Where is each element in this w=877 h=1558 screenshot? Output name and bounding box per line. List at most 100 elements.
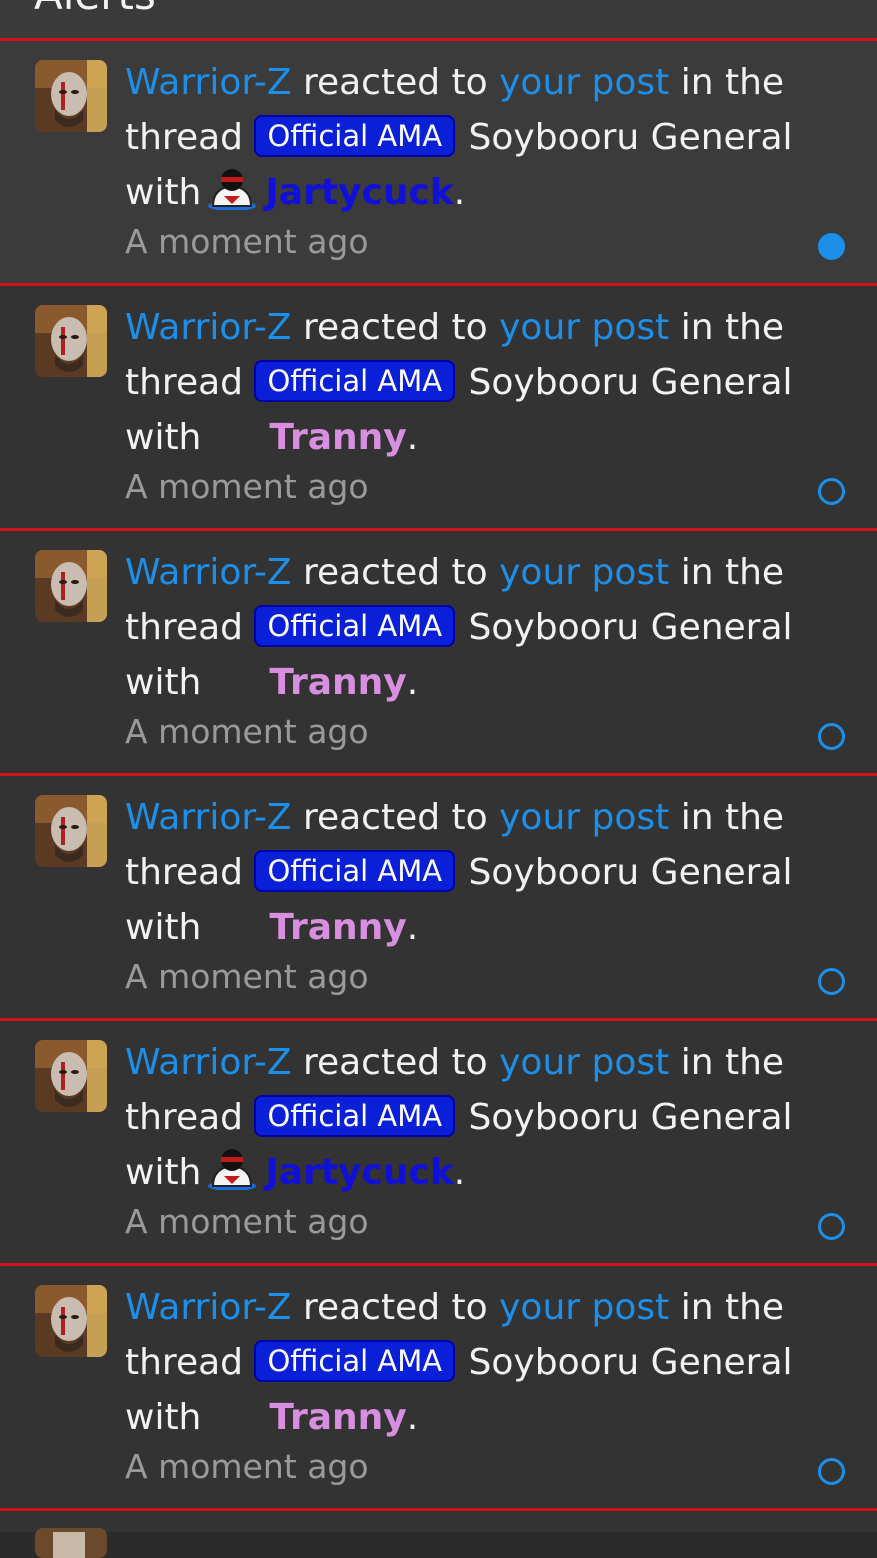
thread-word: thread	[125, 852, 244, 893]
alert-item-partial[interactable]	[0, 1508, 877, 1558]
avatar[interactable]	[35, 1285, 107, 1357]
in-the-text: in the	[680, 797, 785, 838]
post-link[interactable]: your post	[499, 797, 669, 838]
thread-prefix-badge[interactable]: Official AMA	[254, 115, 456, 157]
post-link[interactable]: your post	[499, 62, 669, 103]
avatar[interactable]	[35, 550, 107, 622]
thread-prefix-badge[interactable]: Official AMA	[254, 850, 456, 892]
mark-read-toggle[interactable]	[818, 723, 845, 750]
period: .	[406, 907, 419, 948]
post-link[interactable]: your post	[499, 307, 669, 348]
alert-item[interactable]: Warrior-Z reacted to your post in the th…	[0, 38, 877, 283]
alert-text: Warrior-Z reacted to your post in the th…	[125, 790, 825, 955]
page-title: Alerts	[34, 0, 156, 19]
thread-prefix-badge[interactable]: Official AMA	[254, 1340, 456, 1382]
thread-title-link[interactable]: Soybooru General	[469, 1342, 793, 1383]
username-link[interactable]: Warrior-Z	[125, 552, 292, 593]
timestamp: A moment ago	[125, 1202, 369, 1241]
post-link[interactable]: your post	[499, 552, 669, 593]
thread-word: thread	[125, 362, 244, 403]
thread-word: thread	[125, 117, 244, 158]
mark-read-toggle[interactable]	[818, 1458, 845, 1485]
alert-item[interactable]: Warrior-Z reacted to your post in the th…	[0, 528, 877, 773]
avatar[interactable]	[35, 795, 107, 867]
alert-item[interactable]: Warrior-Z reacted to your post in the th…	[0, 1263, 877, 1508]
alert-text: Warrior-Z reacted to your post in the th…	[125, 1280, 825, 1445]
thread-title-link[interactable]: Soybooru General	[469, 117, 793, 158]
avatar[interactable]	[35, 1040, 107, 1112]
with-text: with	[125, 1397, 202, 1438]
mark-read-toggle[interactable]	[818, 968, 845, 995]
action-text: reacted to	[302, 1287, 488, 1328]
timestamp: A moment ago	[125, 222, 369, 261]
with-text: with	[125, 907, 202, 948]
action-text: reacted to	[302, 797, 488, 838]
thread-prefix-badge[interactable]: Official AMA	[254, 605, 456, 647]
alert-text: Warrior-Z reacted to your post in the th…	[125, 1035, 825, 1200]
period: .	[406, 662, 419, 703]
reaction-icon-slot	[205, 929, 263, 939]
reaction-icon-slot	[205, 1419, 263, 1429]
thread-title-link[interactable]: Soybooru General	[469, 852, 793, 893]
alert-item[interactable]: Warrior-Z reacted to your post in the th…	[0, 283, 877, 528]
jartycuck-icon	[205, 166, 259, 211]
username-link[interactable]: Warrior-Z	[125, 307, 292, 348]
action-text: reacted to	[302, 552, 488, 593]
alert-item[interactable]: Warrior-Z reacted to your post in the th…	[0, 773, 877, 1018]
thread-title-link[interactable]: Soybooru General	[469, 607, 793, 648]
reaction-name: Jartycuck	[265, 1152, 454, 1193]
timestamp: A moment ago	[125, 712, 369, 751]
action-text: reacted to	[302, 307, 488, 348]
alert-text: Warrior-Z reacted to your post in the th…	[125, 300, 825, 465]
jartycuck-icon	[205, 1146, 259, 1191]
with-text: with	[125, 172, 202, 213]
username-link[interactable]: Warrior-Z	[125, 62, 292, 103]
with-text: with	[125, 662, 202, 703]
username-link[interactable]: Warrior-Z	[125, 1042, 292, 1083]
action-text: reacted to	[302, 62, 488, 103]
reaction-name: Tranny	[269, 907, 407, 948]
post-link[interactable]: your post	[499, 1042, 669, 1083]
mark-read-toggle[interactable]	[818, 1213, 845, 1240]
reaction-name: Jartycuck	[265, 172, 454, 213]
reaction-name: Tranny	[269, 662, 407, 703]
period: .	[406, 417, 419, 458]
mark-read-toggle[interactable]	[818, 478, 845, 505]
in-the-text: in the	[680, 1042, 785, 1083]
alert-text: Warrior-Z reacted to your post in the th…	[125, 545, 825, 710]
avatar[interactable]	[35, 1528, 107, 1558]
in-the-text: in the	[680, 552, 785, 593]
reaction-name: Tranny	[269, 417, 407, 458]
page-header: Alerts	[0, 0, 877, 38]
thread-title-link[interactable]: Soybooru General	[469, 1097, 793, 1138]
in-the-text: in the	[680, 307, 785, 348]
thread-prefix-badge[interactable]: Official AMA	[254, 1095, 456, 1137]
username-link[interactable]: Warrior-Z	[125, 797, 292, 838]
with-text: with	[125, 417, 202, 458]
action-text: reacted to	[302, 1042, 488, 1083]
alert-text: Warrior-Z reacted to your post in the th…	[125, 55, 825, 220]
in-the-text: in the	[680, 1287, 785, 1328]
thread-title-link[interactable]: Soybooru General	[469, 362, 793, 403]
with-text: with	[125, 1152, 202, 1193]
avatar[interactable]	[35, 305, 107, 377]
timestamp: A moment ago	[125, 467, 369, 506]
alert-list: Warrior-Z reacted to your post in the th…	[0, 38, 877, 1508]
period: .	[453, 172, 466, 213]
username-link[interactable]: Warrior-Z	[125, 1287, 292, 1328]
post-link[interactable]: your post	[499, 1287, 669, 1328]
period: .	[406, 1397, 419, 1438]
thread-prefix-badge[interactable]: Official AMA	[254, 360, 456, 402]
timestamp: A moment ago	[125, 1447, 369, 1486]
thread-word: thread	[125, 607, 244, 648]
in-the-text: in the	[680, 62, 785, 103]
period: .	[453, 1152, 466, 1193]
reaction-name: Tranny	[269, 1397, 407, 1438]
thread-word: thread	[125, 1097, 244, 1138]
reaction-icon-slot	[205, 439, 263, 449]
avatar[interactable]	[35, 60, 107, 132]
timestamp: A moment ago	[125, 957, 369, 996]
mark-read-toggle[interactable]	[818, 233, 845, 260]
thread-word: thread	[125, 1342, 244, 1383]
alert-item[interactable]: Warrior-Z reacted to your post in the th…	[0, 1018, 877, 1263]
